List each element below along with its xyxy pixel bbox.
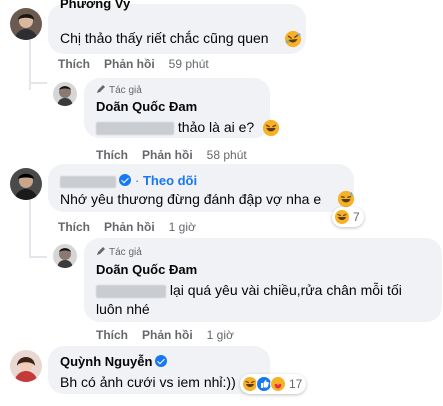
timestamp[interactable]: 59 phút (169, 57, 209, 71)
reaction-count: 17 (289, 377, 303, 391)
comment-text: Chị thảo thấy riết chắc cũng quen (60, 30, 269, 46)
rofl-emoji (284, 30, 302, 48)
verified-badge-icon (119, 174, 131, 186)
timestamp[interactable]: 58 phút (207, 148, 247, 162)
follow-link[interactable]: · Theo dõi (135, 173, 197, 188)
like-button[interactable]: Thích (96, 148, 128, 162)
reply-button[interactable]: Phản hồi (104, 57, 155, 71)
like-button[interactable]: Thích (58, 220, 90, 234)
comment-text: lại quá yêu vài chiều,rửa chân mỗi tối (96, 282, 402, 298)
timestamp[interactable]: 1 giờ (207, 328, 234, 342)
avatar[interactable] (53, 244, 77, 268)
like-button[interactable]: Thích (96, 328, 128, 342)
comment-author[interactable]: Quỳnh Nguyễn (60, 354, 168, 369)
thread-line (29, 196, 31, 258)
comment-text: Nhớ yêu thương đừng đánh đập vợ nha e (60, 191, 322, 207)
reply-button[interactable]: Phản hồi (104, 220, 155, 234)
comment-text: Bh có ảnh cưới vs iem nhỉ:)) (60, 374, 236, 390)
comment-actions: Thích Phản hồi 1 giờ (96, 328, 234, 342)
reaction-count: 7 (353, 210, 360, 224)
haha-reaction-icon (334, 209, 350, 225)
author-badge: Tác giả (96, 84, 142, 96)
verified-badge-icon (155, 355, 168, 367)
comment-author[interactable]: Phương Vy (60, 0, 130, 12)
reaction-summary[interactable]: 7 (332, 207, 364, 227)
care-reaction-icon (270, 376, 286, 392)
redacted-name (60, 175, 116, 188)
comment-author[interactable]: Doãn Quốc Đam (96, 262, 197, 277)
comment-actions: Thích Phản hồi 1 giờ (58, 220, 196, 234)
timestamp[interactable]: 1 giờ (169, 220, 196, 234)
redacted-text (96, 284, 166, 298)
reaction-summary[interactable]: 17 (240, 374, 307, 394)
avatar[interactable] (10, 168, 42, 200)
pencil-icon (97, 247, 105, 255)
like-button[interactable]: Thích (58, 57, 90, 71)
avatar[interactable] (10, 8, 42, 40)
redacted-text (96, 121, 174, 135)
comment-actions: Thích Phản hồi 59 phút (58, 57, 209, 71)
author-badge: Tác giả (96, 246, 142, 258)
reply-button[interactable]: Phản hồi (142, 328, 193, 342)
reply-button[interactable]: Phản hồi (142, 148, 193, 162)
sweat-smile-emoji (337, 190, 355, 208)
thread-line (29, 82, 47, 84)
comment-author[interactable]: · Theo dõi (60, 173, 197, 188)
comment-text: thảo là ai e? (96, 119, 254, 135)
thread-line (29, 256, 47, 258)
laugh-emoji (262, 119, 280, 137)
avatar[interactable] (10, 350, 42, 382)
pencil-icon (97, 85, 105, 93)
avatar[interactable] (53, 82, 77, 106)
comment-text: luôn nhé (96, 301, 150, 317)
comment-author[interactable]: Doãn Quốc Đam (96, 99, 197, 114)
comment-actions: Thích Phản hồi 58 phút (96, 148, 247, 162)
